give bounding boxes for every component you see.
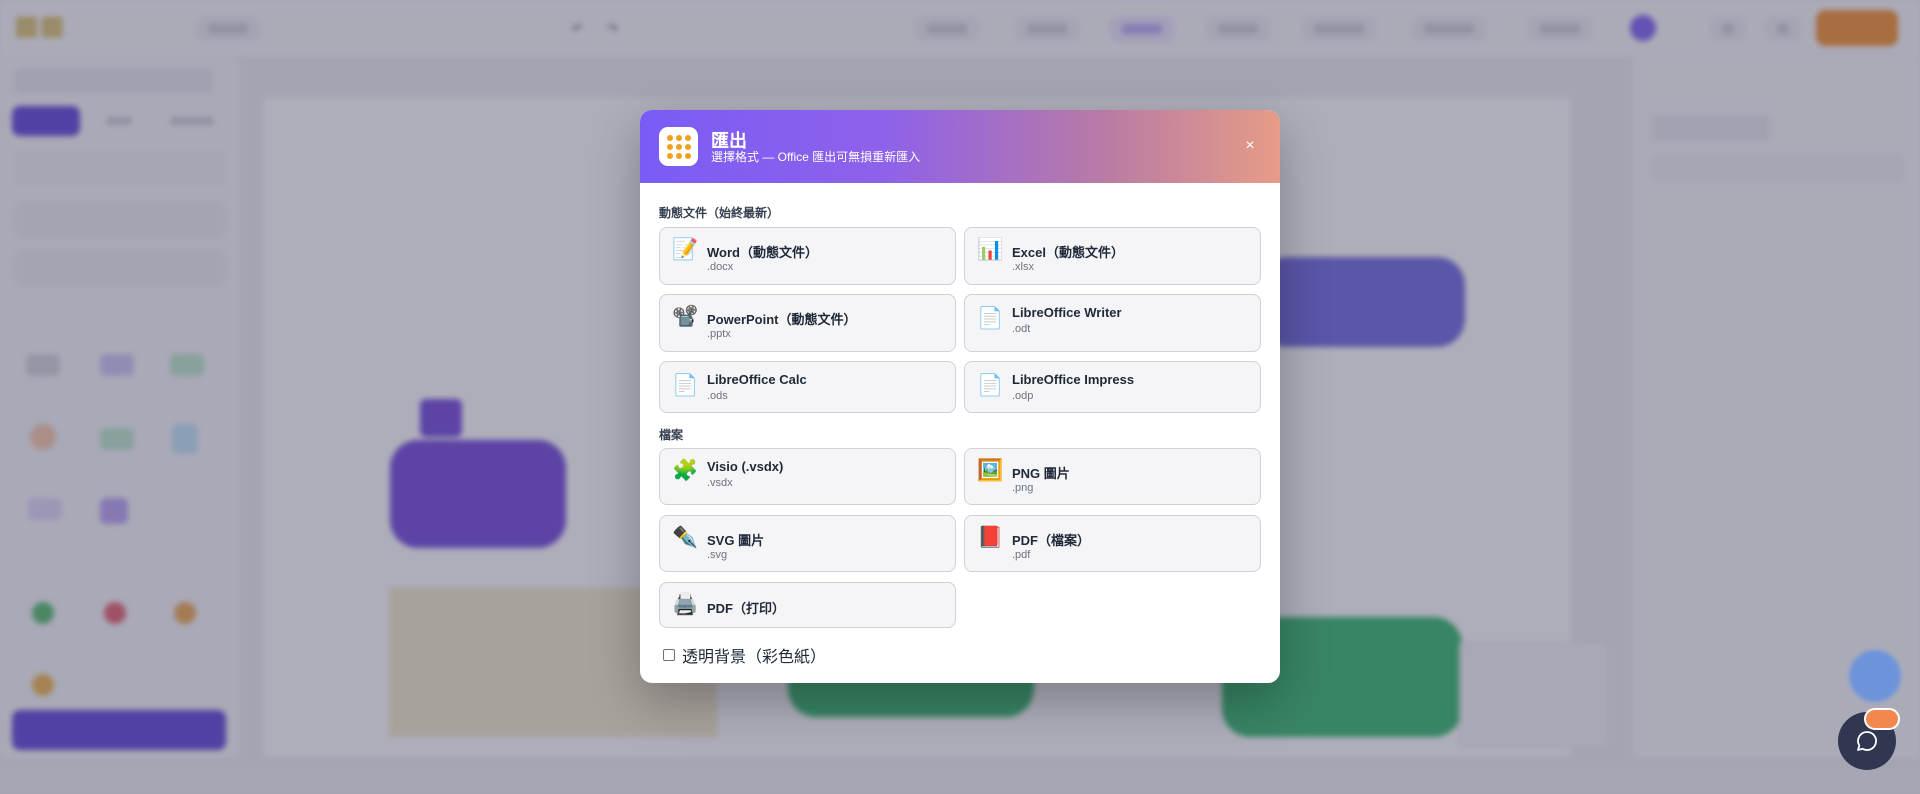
dialog-subtitle: 選擇格式 — Office 匯出可無損重新匯入 [711,150,921,164]
export-option-powerpoint[interactable]: 📽️ PowerPoint（動態文件） .pptx [659,294,956,352]
puzzle-icon: 🧩 [672,459,699,482]
export-option-svg[interactable]: ✒️ SVG 圖片 .svg [659,515,956,572]
projector-icon: 📽️ [672,305,699,328]
document-icon: 📄 [977,374,1004,397]
document-icon: 📄 [977,307,1004,330]
option-extension: .pdf [1012,549,1031,561]
chat-bubble-icon [1857,731,1877,751]
app-grid-icon [659,127,698,166]
export-dialog: 匯出 選擇格式 — Office 匯出可無損重新匯入 × 動態文件（始終最新） … [640,110,1280,683]
transparent-background-checkbox[interactable] [663,649,675,661]
export-option-pdf-print[interactable]: 🖨️ PDF（打印） [659,582,956,628]
option-label: LibreOffice Writer [1012,305,1122,320]
section-title-live-documents: 動態文件（始終最新） [659,206,780,220]
pen-nib-icon: ✒️ [672,526,699,549]
option-extension: .docx [707,261,734,273]
option-extension: .ods [707,390,728,402]
close-button[interactable]: × [1238,134,1262,158]
chat-badge [1864,708,1900,730]
option-extension: .vsdx [707,477,733,489]
option-label: SVG 圖片 [707,533,765,548]
document-icon: 📄 [672,374,699,397]
option-extension: .pptx [707,328,731,340]
pdf-book-icon: 📕 [977,526,1004,549]
option-label: PowerPoint（動態文件） [707,312,857,327]
export-option-word[interactable]: 📝 Word（動態文件） .docx [659,227,956,285]
option-label: Excel（動態文件） [1012,245,1124,260]
export-option-libreoffice-writer[interactable]: 📄 LibreOffice Writer .odt [964,294,1261,352]
excel-chart-icon: 📊 [977,238,1004,261]
export-option-libreoffice-impress[interactable]: 📄 LibreOffice Impress .odp [964,361,1261,413]
transparent-background-label: 透明背景（彩色紙） [682,649,827,666]
option-label: LibreOffice Impress [1012,372,1135,387]
export-option-pdf-file[interactable]: 📕 PDF（檔案） .pdf [964,515,1261,572]
image-icon: 🖼️ [977,459,1004,482]
option-label: PNG 圖片 [1012,466,1070,481]
printer-icon: 🖨️ [672,593,699,616]
option-label: LibreOffice Calc [707,372,807,387]
option-label: Visio (.vsdx) [707,459,784,474]
transparent-background-toggle[interactable]: 透明背景（彩色紙） [663,643,826,667]
option-extension: .png [1012,482,1034,494]
section-title-files: 檔案 [659,428,684,442]
close-icon: × [1245,137,1255,154]
dialog-header: 匯出 選擇格式 — Office 匯出可無損重新匯入 × [640,110,1280,183]
help-bubble-blurred [1849,650,1901,702]
option-label: PDF（檔案） [1012,533,1091,548]
word-doc-icon: 📝 [672,238,699,261]
option-extension: .xlsx [1012,261,1034,273]
option-extension: .svg [707,549,728,561]
option-label: Word（動態文件） [707,245,818,260]
export-option-excel[interactable]: 📊 Excel（動態文件） .xlsx [964,227,1261,285]
export-option-png[interactable]: 🖼️ PNG 圖片 .png [964,448,1261,505]
option-label: PDF（打印） [707,601,786,616]
option-extension: .odt [1012,323,1031,335]
export-option-visio[interactable]: 🧩 Visio (.vsdx) .vsdx [659,448,956,505]
export-option-libreoffice-calc[interactable]: 📄 LibreOffice Calc .ods [659,361,956,413]
option-extension: .odp [1012,390,1034,402]
